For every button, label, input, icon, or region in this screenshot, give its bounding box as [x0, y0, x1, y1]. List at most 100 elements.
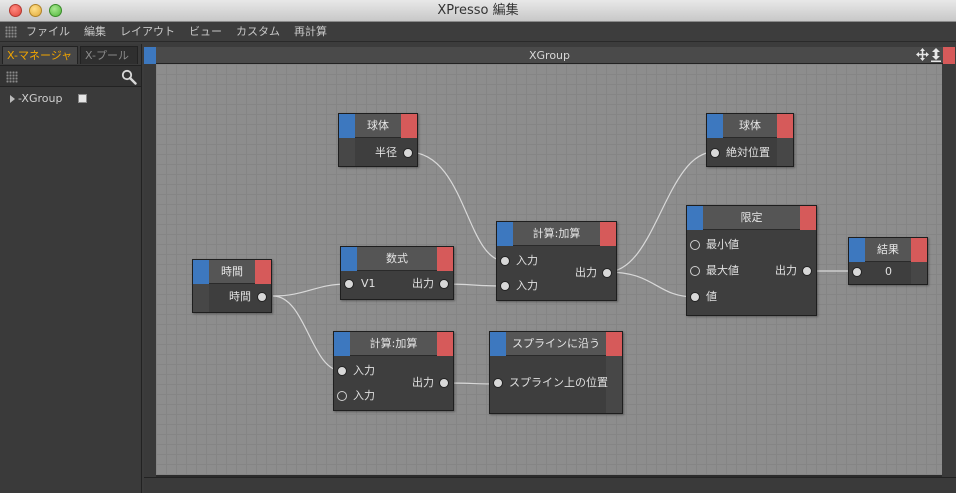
output-port[interactable] [602, 268, 612, 278]
port-label: 出力 [412, 277, 434, 290]
input-port[interactable] [493, 378, 503, 388]
search-icon[interactable] [121, 69, 137, 85]
menu-recalculate[interactable]: 再計算 [294, 22, 327, 42]
port-label: 入力 [516, 279, 538, 292]
menu-custom[interactable]: カスタム [236, 22, 280, 42]
input-port-menu[interactable] [341, 247, 357, 271]
node-formula[interactable]: 数式 V1 出力 [340, 246, 454, 300]
menu-bar: ファイル 編集 レイアウト ビュー カスタム 再計算 [0, 22, 956, 42]
scale-view-icon[interactable] [930, 48, 942, 62]
output-port[interactable] [439, 279, 449, 289]
result-value: 0 [885, 265, 892, 278]
input-port[interactable] [344, 279, 354, 289]
xgroup-editor: XGroup 球体 半径 球体 絶対位置 時間 時間 数式 V1 出力 計算:加… [144, 47, 955, 477]
node-add-top[interactable]: 計算:加算 入力 入力 出力 [496, 221, 617, 301]
enable-checkbox-icon[interactable] [78, 94, 87, 103]
output-port-menu[interactable] [437, 247, 453, 271]
output-port-menu[interactable] [777, 114, 793, 138]
output-port-menu[interactable] [800, 206, 816, 230]
input-port-menu[interactable] [193, 260, 209, 284]
menu-layout[interactable]: レイアウト [120, 22, 175, 42]
node-add-bottom[interactable]: 計算:加算 入力 入力 出力 [333, 331, 454, 411]
node-clamp[interactable]: 限定 最小値 最大値 値 出力 [686, 205, 817, 316]
node-align-to-spline[interactable]: スプラインに沿う スプライン上の位置 [489, 331, 623, 414]
output-port-menu[interactable] [401, 114, 417, 138]
port-label: V1 [361, 277, 376, 290]
node-header[interactable]: 計算:加算 [334, 332, 453, 356]
node-sphere-position[interactable]: 球体 絶対位置 [706, 113, 794, 167]
node-time[interactable]: 時間 時間 [192, 259, 272, 313]
output-port-menu[interactable] [437, 332, 453, 356]
menu-view[interactable]: ビュー [189, 22, 222, 42]
wire [407, 151, 506, 262]
node-right-strip [911, 262, 927, 284]
left-panel: X-マネージャ X-プール -XGroup [0, 44, 142, 493]
menu-edit[interactable]: 編集 [84, 22, 106, 42]
node-result[interactable]: 結果 0 [848, 237, 928, 285]
port-label: 時間 [229, 290, 251, 303]
window-titlebar: XPresso 編集 [0, 0, 956, 22]
output-port-menu[interactable] [911, 238, 927, 262]
node-header[interactable]: 数式 [341, 247, 453, 271]
node-header[interactable]: スプラインに沿う [490, 332, 622, 356]
output-port[interactable] [802, 266, 812, 276]
node-header[interactable]: 時間 [193, 260, 271, 284]
node-left-strip [339, 138, 355, 166]
output-port[interactable] [403, 148, 413, 158]
input-port[interactable] [690, 292, 700, 302]
status-bar [144, 477, 956, 493]
output-port[interactable] [439, 378, 449, 388]
close-window-button[interactable] [9, 4, 22, 17]
input-port[interactable] [710, 148, 720, 158]
input-port-menu[interactable] [707, 114, 723, 138]
port-label: 入力 [353, 389, 375, 402]
input-port[interactable] [337, 366, 347, 376]
node-header[interactable]: 球体 [339, 114, 417, 138]
input-port[interactable] [852, 267, 862, 277]
wire [606, 271, 696, 298]
input-port-menu[interactable] [339, 114, 355, 138]
menu-file[interactable]: ファイル [26, 22, 70, 42]
minimize-window-button[interactable] [29, 4, 42, 17]
node-header[interactable]: 計算:加算 [497, 222, 616, 246]
node-title: 計算:加算 [369, 337, 418, 350]
move-view-icon[interactable] [916, 48, 929, 61]
wire [272, 283, 348, 297]
tab-x-manager[interactable]: X-マネージャ [2, 46, 78, 64]
input-port-menu[interactable] [687, 206, 703, 230]
output-port-menu[interactable] [606, 332, 622, 356]
input-port-menu[interactable] [849, 238, 865, 262]
port-label: 最大値 [706, 264, 739, 277]
port-label: 出力 [575, 266, 597, 279]
node-header[interactable]: 球体 [707, 114, 793, 138]
input-port[interactable] [500, 256, 510, 266]
input-port[interactable] [690, 266, 700, 276]
node-right-strip [777, 138, 793, 166]
node-sphere-radius[interactable]: 球体 半径 [338, 113, 418, 167]
group-output-tab[interactable] [943, 47, 955, 64]
port-label: スプライン上の位置 [509, 376, 608, 389]
output-port-menu[interactable] [600, 222, 616, 246]
node-header[interactable]: 限定 [687, 206, 816, 230]
output-port[interactable] [257, 292, 267, 302]
port-label: 入力 [353, 364, 375, 377]
node-title: 数式 [386, 252, 408, 265]
grip-icon[interactable] [6, 71, 18, 83]
input-port-menu[interactable] [490, 332, 506, 356]
port-label: 値 [706, 290, 717, 303]
node-header[interactable]: 結果 [849, 238, 927, 262]
grip-icon[interactable] [5, 26, 17, 38]
expand-arrow-icon[interactable] [10, 95, 15, 103]
input-port[interactable] [690, 240, 700, 250]
output-port-menu[interactable] [255, 260, 271, 284]
port-label: 出力 [775, 264, 797, 277]
zoom-window-button[interactable] [49, 4, 62, 17]
node-canvas[interactable]: 球体 半径 球体 絶対位置 時間 時間 数式 V1 出力 計算:加算 入力 入力… [156, 64, 942, 475]
input-port[interactable] [337, 391, 347, 401]
input-port-menu[interactable] [497, 222, 513, 246]
input-port-menu[interactable] [334, 332, 350, 356]
tab-x-pool[interactable]: X-プール [80, 46, 138, 64]
group-input-tab[interactable] [144, 47, 156, 64]
input-port[interactable] [500, 281, 510, 291]
node-title: 結果 [877, 243, 899, 256]
